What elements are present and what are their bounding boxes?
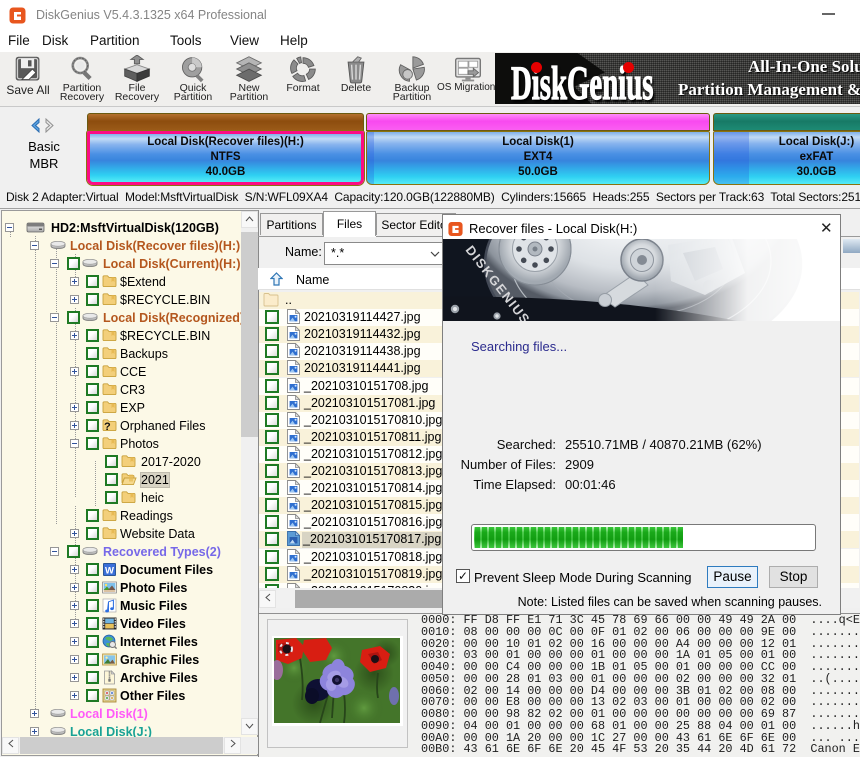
svg-text:?: ? — [104, 421, 111, 432]
svg-text:W: W — [105, 566, 114, 577]
